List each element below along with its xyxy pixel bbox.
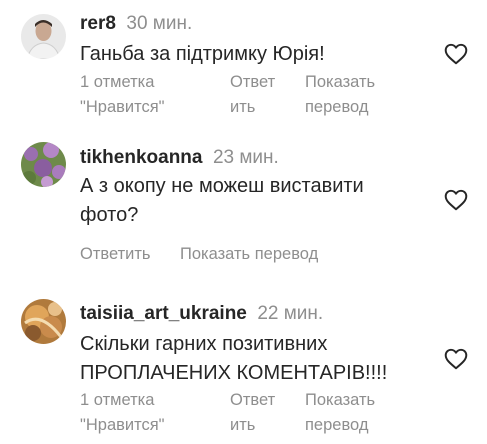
comment-text: Ганьба за підтримку Юрія! xyxy=(80,43,325,65)
comment-text: А з окопу не можеш виставити фото? xyxy=(80,175,364,226)
username[interactable]: tikhenkoanna xyxy=(80,147,202,168)
comment-item: tikhenkoanna 23 мин. А з окопу не можеш … xyxy=(0,135,487,275)
comment-item: rer8 30 мин. Ганьба за підтримку Юрія! 1… xyxy=(0,0,487,125)
comment-item: taisiia_art_ukraine 22 мин. Скільки гарн… xyxy=(0,290,487,444)
heart-outline-icon[interactable] xyxy=(443,346,469,372)
translate-button[interactable]: Показать перевод xyxy=(305,70,375,120)
translate-label: Показать xyxy=(305,73,376,91)
reply-label: Ответ xyxy=(230,73,276,91)
username[interactable]: rer8 xyxy=(80,13,116,34)
reply-button[interactable]: Ответ ить xyxy=(230,70,275,120)
likes-count-button[interactable]: 1 отметка "Нравится" xyxy=(80,388,165,438)
likes-count-label: 1 отметка xyxy=(80,391,155,409)
timestamp: 23 мин. xyxy=(212,147,279,168)
reply-button[interactable]: Ответить xyxy=(80,242,151,267)
translate-button[interactable]: Показать перевод xyxy=(180,242,318,267)
comment-header: rer8 30 мин. xyxy=(80,13,192,35)
comment-text: Скільки гарних позитивних ПРОПЛАЧЕНИХ КО… xyxy=(80,333,388,384)
avatar[interactable] xyxy=(21,14,66,59)
heart-outline-icon[interactable] xyxy=(443,41,469,67)
translate-label: перевод xyxy=(305,98,369,116)
timestamp: 30 мин. xyxy=(126,13,193,34)
heart-outline-icon[interactable] xyxy=(443,187,469,213)
avatar[interactable] xyxy=(21,142,66,187)
likes-count-label: "Нравится" xyxy=(80,416,165,434)
translate-button[interactable]: Показать перевод xyxy=(305,388,375,438)
reply-label: ить xyxy=(230,98,256,116)
translate-label: перевод xyxy=(305,416,369,434)
username[interactable]: taisiia_art_ukraine xyxy=(80,303,247,324)
reply-button[interactable]: Ответ ить xyxy=(230,388,275,438)
translate-label: Показать xyxy=(305,391,376,409)
timestamp: 22 мин. xyxy=(257,303,324,324)
comment-header: taisiia_art_ukraine 22 мин. xyxy=(80,303,323,325)
avatar[interactable] xyxy=(21,299,66,344)
reply-label: ить xyxy=(230,416,256,434)
comment-header: tikhenkoanna 23 мин. xyxy=(80,147,279,169)
likes-count-label: "Нравится" xyxy=(80,98,165,116)
likes-count-label: 1 отметка xyxy=(80,73,155,91)
likes-count-button[interactable]: 1 отметка "Нравится" xyxy=(80,70,165,120)
reply-label: Ответ xyxy=(230,391,276,409)
